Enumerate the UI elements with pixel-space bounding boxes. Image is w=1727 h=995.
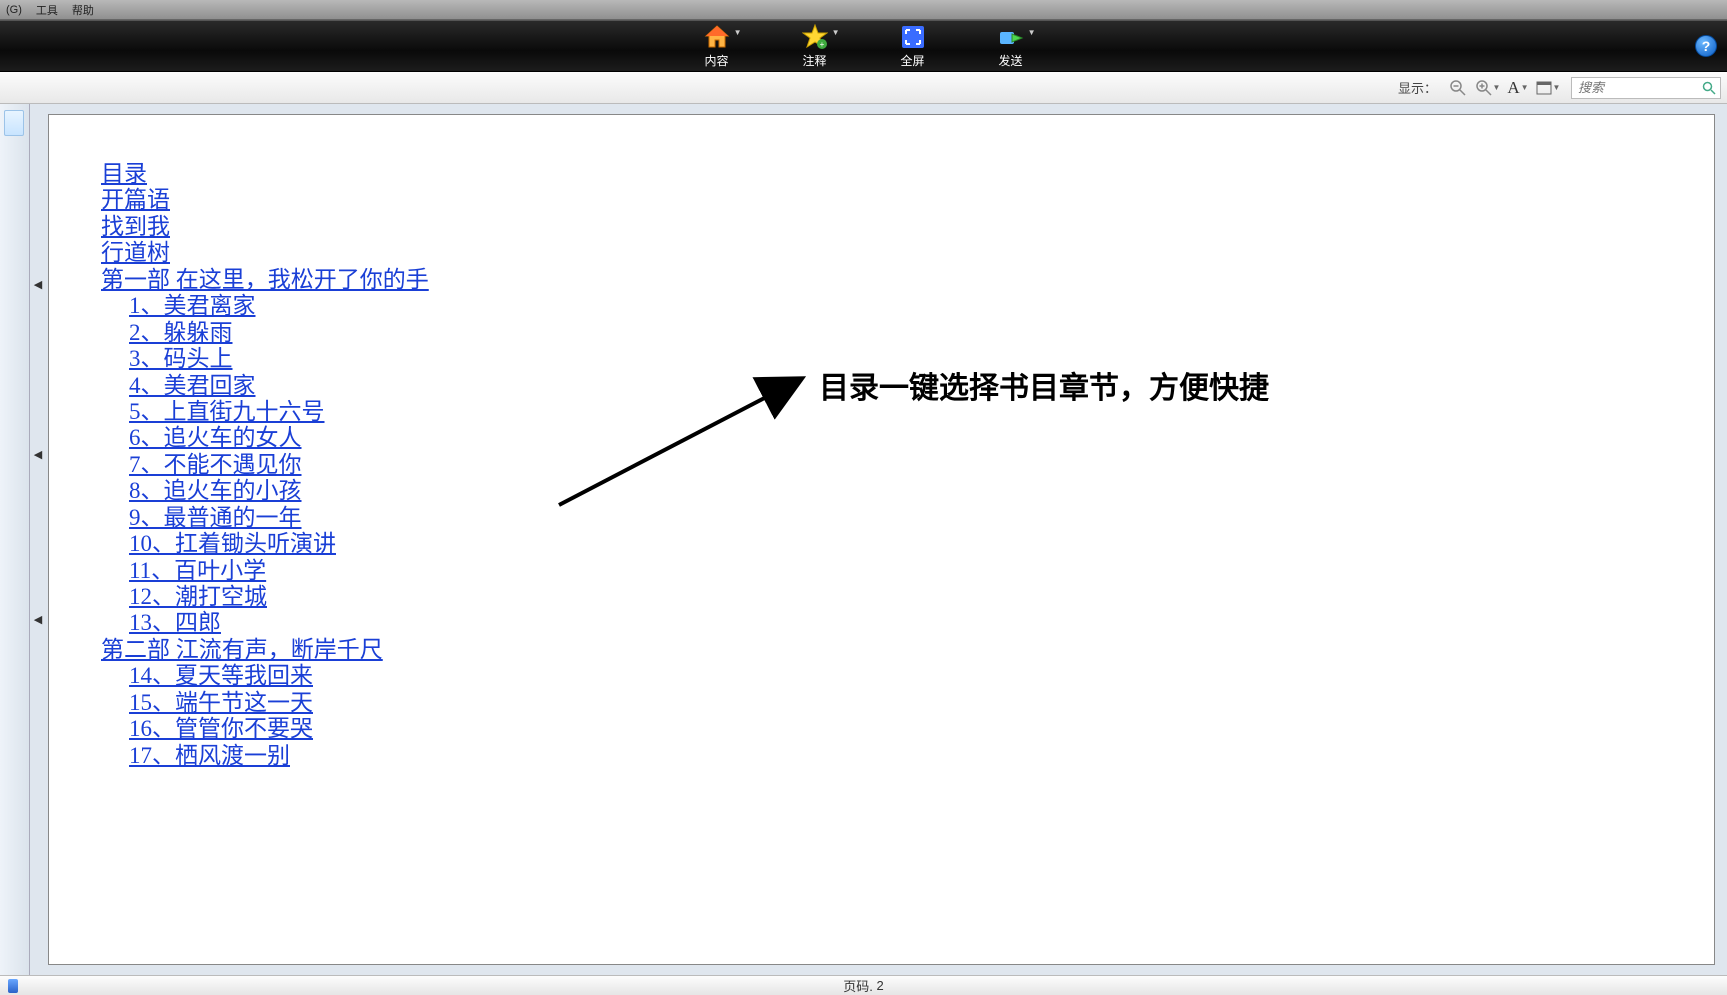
status-bar: 页码. 2 — [0, 975, 1727, 995]
toolbar-label: 全屏 — [900, 52, 924, 69]
search-input[interactable] — [1578, 80, 1698, 95]
toolbar-label: 发送 — [998, 52, 1022, 69]
toc-link[interactable]: 13、四郎 — [129, 610, 221, 636]
toc-link[interactable]: 16、管管你不要哭 — [129, 716, 313, 742]
fullscreen-icon — [900, 24, 926, 50]
toc-link[interactable]: 11、百叶小学 — [129, 558, 266, 584]
toc-link[interactable]: 1、美君离家 — [129, 293, 256, 319]
sidebar-rail — [0, 104, 30, 975]
toc-link[interactable]: 8、追火车的小孩 — [129, 478, 302, 504]
toolbar-fullscreen-button[interactable]: 全屏 — [900, 24, 926, 69]
toc-link[interactable]: 10、扛着锄头听演讲 — [129, 531, 336, 557]
annotation-text: 目录一键选择书目章节，方便快捷 — [819, 363, 1269, 407]
collapse-arrow[interactable]: ◀ — [32, 599, 44, 639]
layout-button[interactable]: ▼ — [1535, 77, 1561, 99]
annotation-arrow-icon — [549, 365, 819, 515]
toc-link[interactable]: 17、栖风渡一别 — [129, 743, 290, 769]
menubar: (G) 工具 帮助 — [0, 0, 1727, 20]
toc-link[interactable]: 找到我 — [101, 214, 170, 240]
star-icon: + ▼ — [802, 24, 828, 50]
status-indicator-icon — [8, 979, 18, 993]
toolbar-send-button[interactable]: ▼ 发送 — [998, 24, 1024, 69]
toc-link[interactable]: 12、潮打空城 — [129, 584, 267, 610]
main-toolbar: ▼ 内容 + ▼ 注释 全屏 ▼ 发送 ? — [0, 20, 1727, 72]
toc-link[interactable]: 14、夏天等我回来 — [129, 663, 313, 689]
toc-link[interactable]: 9、最普通的一年 — [129, 505, 302, 531]
document-page: 目录 开篇语 找到我 行道树 第一部 在这里，我松开了你的手 1、美君离家 2、… — [48, 114, 1715, 965]
toc-link[interactable]: 第二部 江流有声，断岸千尺 — [101, 637, 383, 663]
page-label: 页码. — [843, 976, 873, 995]
menu-item-help[interactable]: 帮助 — [72, 2, 94, 18]
zoom-out-button[interactable] — [1445, 77, 1471, 99]
page-number: 2 — [877, 978, 884, 993]
toolbar-label: 内容 — [704, 52, 728, 69]
toc-link[interactable]: 5、上直街九十六号 — [129, 399, 325, 425]
toc-link[interactable]: 行道树 — [101, 240, 170, 266]
toc-link[interactable]: 6、追火车的女人 — [129, 425, 302, 451]
svg-text:+: + — [819, 40, 824, 49]
toolbar-annotation-button[interactable]: + ▼ 注释 — [802, 24, 828, 69]
menu-item[interactable]: (G) — [6, 4, 22, 16]
font-size-button[interactable]: A▼ — [1505, 77, 1531, 99]
display-label: 显示： — [1398, 78, 1437, 97]
home-icon: ▼ — [704, 24, 730, 50]
collapse-arrow[interactable]: ◀ — [32, 264, 44, 304]
toc-link[interactable]: 目录 — [101, 161, 147, 187]
page-thumbnail[interactable] — [4, 110, 24, 136]
table-of-contents: 目录 开篇语 找到我 行道树 第一部 在这里，我松开了你的手 1、美君离家 2、… — [101, 161, 1662, 769]
search-box[interactable] — [1571, 77, 1721, 99]
toc-link[interactable]: 15、端午节这一天 — [129, 690, 313, 716]
toc-link[interactable]: 4、美君回家 — [129, 373, 256, 399]
toolbar-content-button[interactable]: ▼ 内容 — [704, 24, 730, 69]
view-toolbar: 显示： ▼ A▼ ▼ — [0, 72, 1727, 104]
toc-link[interactable]: 第一部 在这里，我松开了你的手 — [101, 267, 429, 293]
search-icon[interactable] — [1702, 81, 1716, 95]
toc-link[interactable]: 2、躲躲雨 — [129, 320, 233, 346]
workspace: ◀ ◀ ◀ 目录 开篇语 找到我 行道树 第一部 在这里，我松开了你的手 1、美… — [0, 104, 1727, 975]
toc-link[interactable]: 7、不能不遇见你 — [129, 452, 302, 478]
zoom-in-button[interactable]: ▼ — [1475, 77, 1501, 99]
toc-link[interactable]: 开篇语 — [101, 187, 170, 213]
send-icon: ▼ — [998, 24, 1024, 50]
toolbar-label: 注释 — [802, 52, 826, 69]
menu-item-tools[interactable]: 工具 — [36, 2, 58, 18]
help-icon[interactable]: ? — [1695, 35, 1717, 57]
collapse-arrow[interactable]: ◀ — [32, 434, 44, 474]
toc-link[interactable]: 3、码头上 — [129, 346, 233, 372]
